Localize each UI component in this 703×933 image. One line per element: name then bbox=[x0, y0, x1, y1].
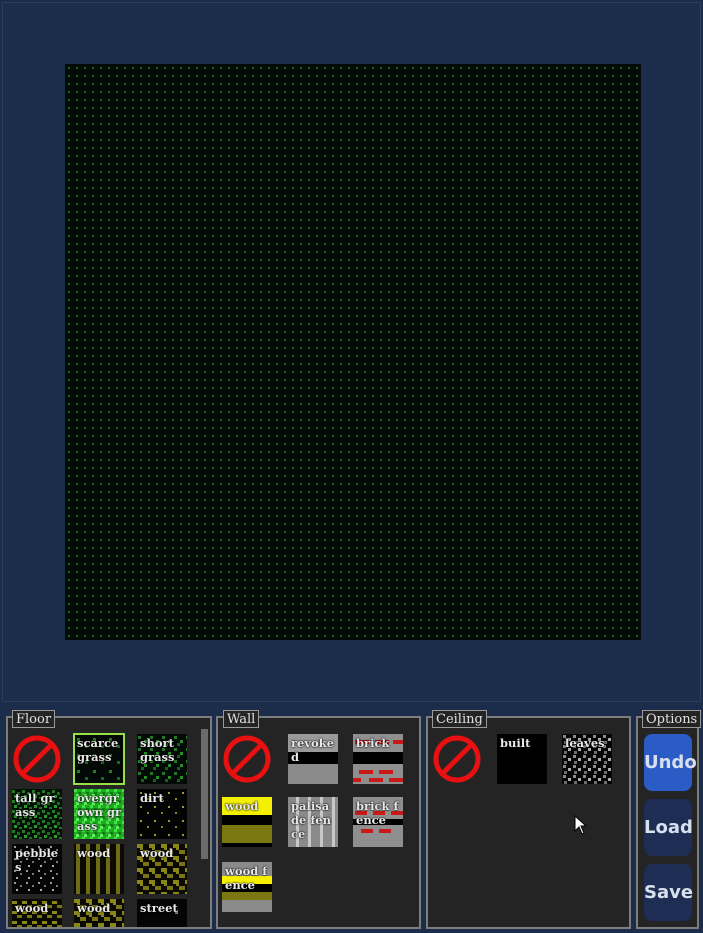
tile-label: leaves bbox=[565, 736, 605, 750]
wall-tile-brick[interactable]: brick bbox=[353, 734, 403, 784]
tile-label: wood fence bbox=[225, 864, 268, 892]
floor-tile-scarce-grass[interactable]: scarce grass bbox=[73, 733, 125, 785]
ceiling-panel-title: Ceiling bbox=[432, 710, 487, 728]
floor-tile-tall-grass[interactable]: tall grass bbox=[12, 789, 62, 839]
floor-tile-short-grass[interactable]: short grass bbox=[137, 734, 187, 784]
save-button[interactable]: Save bbox=[644, 864, 693, 921]
floor-scrollbar[interactable] bbox=[201, 729, 208, 859]
tile-label: overgrown grass bbox=[77, 791, 122, 833]
ceiling-tile-leaves[interactable]: leaves bbox=[562, 734, 612, 784]
undo-button[interactable]: Undo bbox=[644, 734, 697, 791]
wall-tile-wood-fence[interactable]: wood fence bbox=[222, 862, 272, 912]
tile-label: wood bbox=[225, 799, 259, 813]
floor-tile-wood-b[interactable]: wood bbox=[74, 899, 124, 927]
tile-label: brick fence bbox=[356, 799, 399, 827]
ceiling-tile-built[interactable]: built bbox=[497, 734, 547, 784]
tile-label: tall grass bbox=[15, 791, 55, 819]
wall-none-icon[interactable] bbox=[222, 734, 272, 784]
floor-tile-pebbles[interactable]: pebbles bbox=[12, 844, 62, 894]
tile-label: wood bbox=[140, 846, 174, 860]
tile-label: palisade fence bbox=[291, 799, 331, 841]
wall-tile-wood[interactable]: wood bbox=[222, 797, 272, 847]
floor-tile-street[interactable]: street bbox=[137, 899, 187, 927]
floor-tile-wood-a[interactable]: wood bbox=[12, 899, 62, 927]
tile-label: street bbox=[140, 901, 178, 915]
tile-label: revoked bbox=[291, 736, 335, 764]
wall-panel-title: Wall bbox=[223, 710, 260, 728]
tile-label: wood bbox=[77, 846, 111, 860]
load-button[interactable]: Load bbox=[644, 799, 693, 856]
options-panel-title: Options bbox=[642, 710, 702, 728]
wall-tile-palisade-fence[interactable]: palisade fence bbox=[288, 797, 338, 847]
floor-tile-wood-planks[interactable]: wood bbox=[74, 844, 124, 894]
ceiling-none-icon[interactable] bbox=[432, 734, 482, 784]
tile-label: scarce grass bbox=[77, 736, 119, 764]
tile-label: wood bbox=[77, 901, 111, 915]
wall-tile-brick-fence[interactable]: brick fence bbox=[353, 797, 403, 847]
wall-tile-revoked[interactable]: revoked bbox=[288, 734, 338, 784]
mouse-cursor-icon bbox=[574, 815, 588, 835]
floor-tile-overgrown-grass[interactable]: overgrown grass bbox=[74, 789, 124, 839]
tile-label: wood bbox=[15, 901, 49, 915]
floor-tile-dirt[interactable]: dirt bbox=[137, 789, 187, 839]
tile-label: brick bbox=[356, 736, 390, 750]
map-canvas[interactable] bbox=[65, 64, 641, 640]
tile-label: short grass bbox=[140, 736, 175, 764]
floor-tile-wood-parquet[interactable]: wood bbox=[137, 844, 187, 894]
tile-label: dirt bbox=[140, 791, 164, 805]
tile-label: pebbles bbox=[15, 846, 59, 874]
floor-none-icon[interactable] bbox=[12, 734, 62, 784]
tile-label: built bbox=[500, 736, 531, 750]
floor-panel-title: Floor bbox=[12, 710, 56, 728]
